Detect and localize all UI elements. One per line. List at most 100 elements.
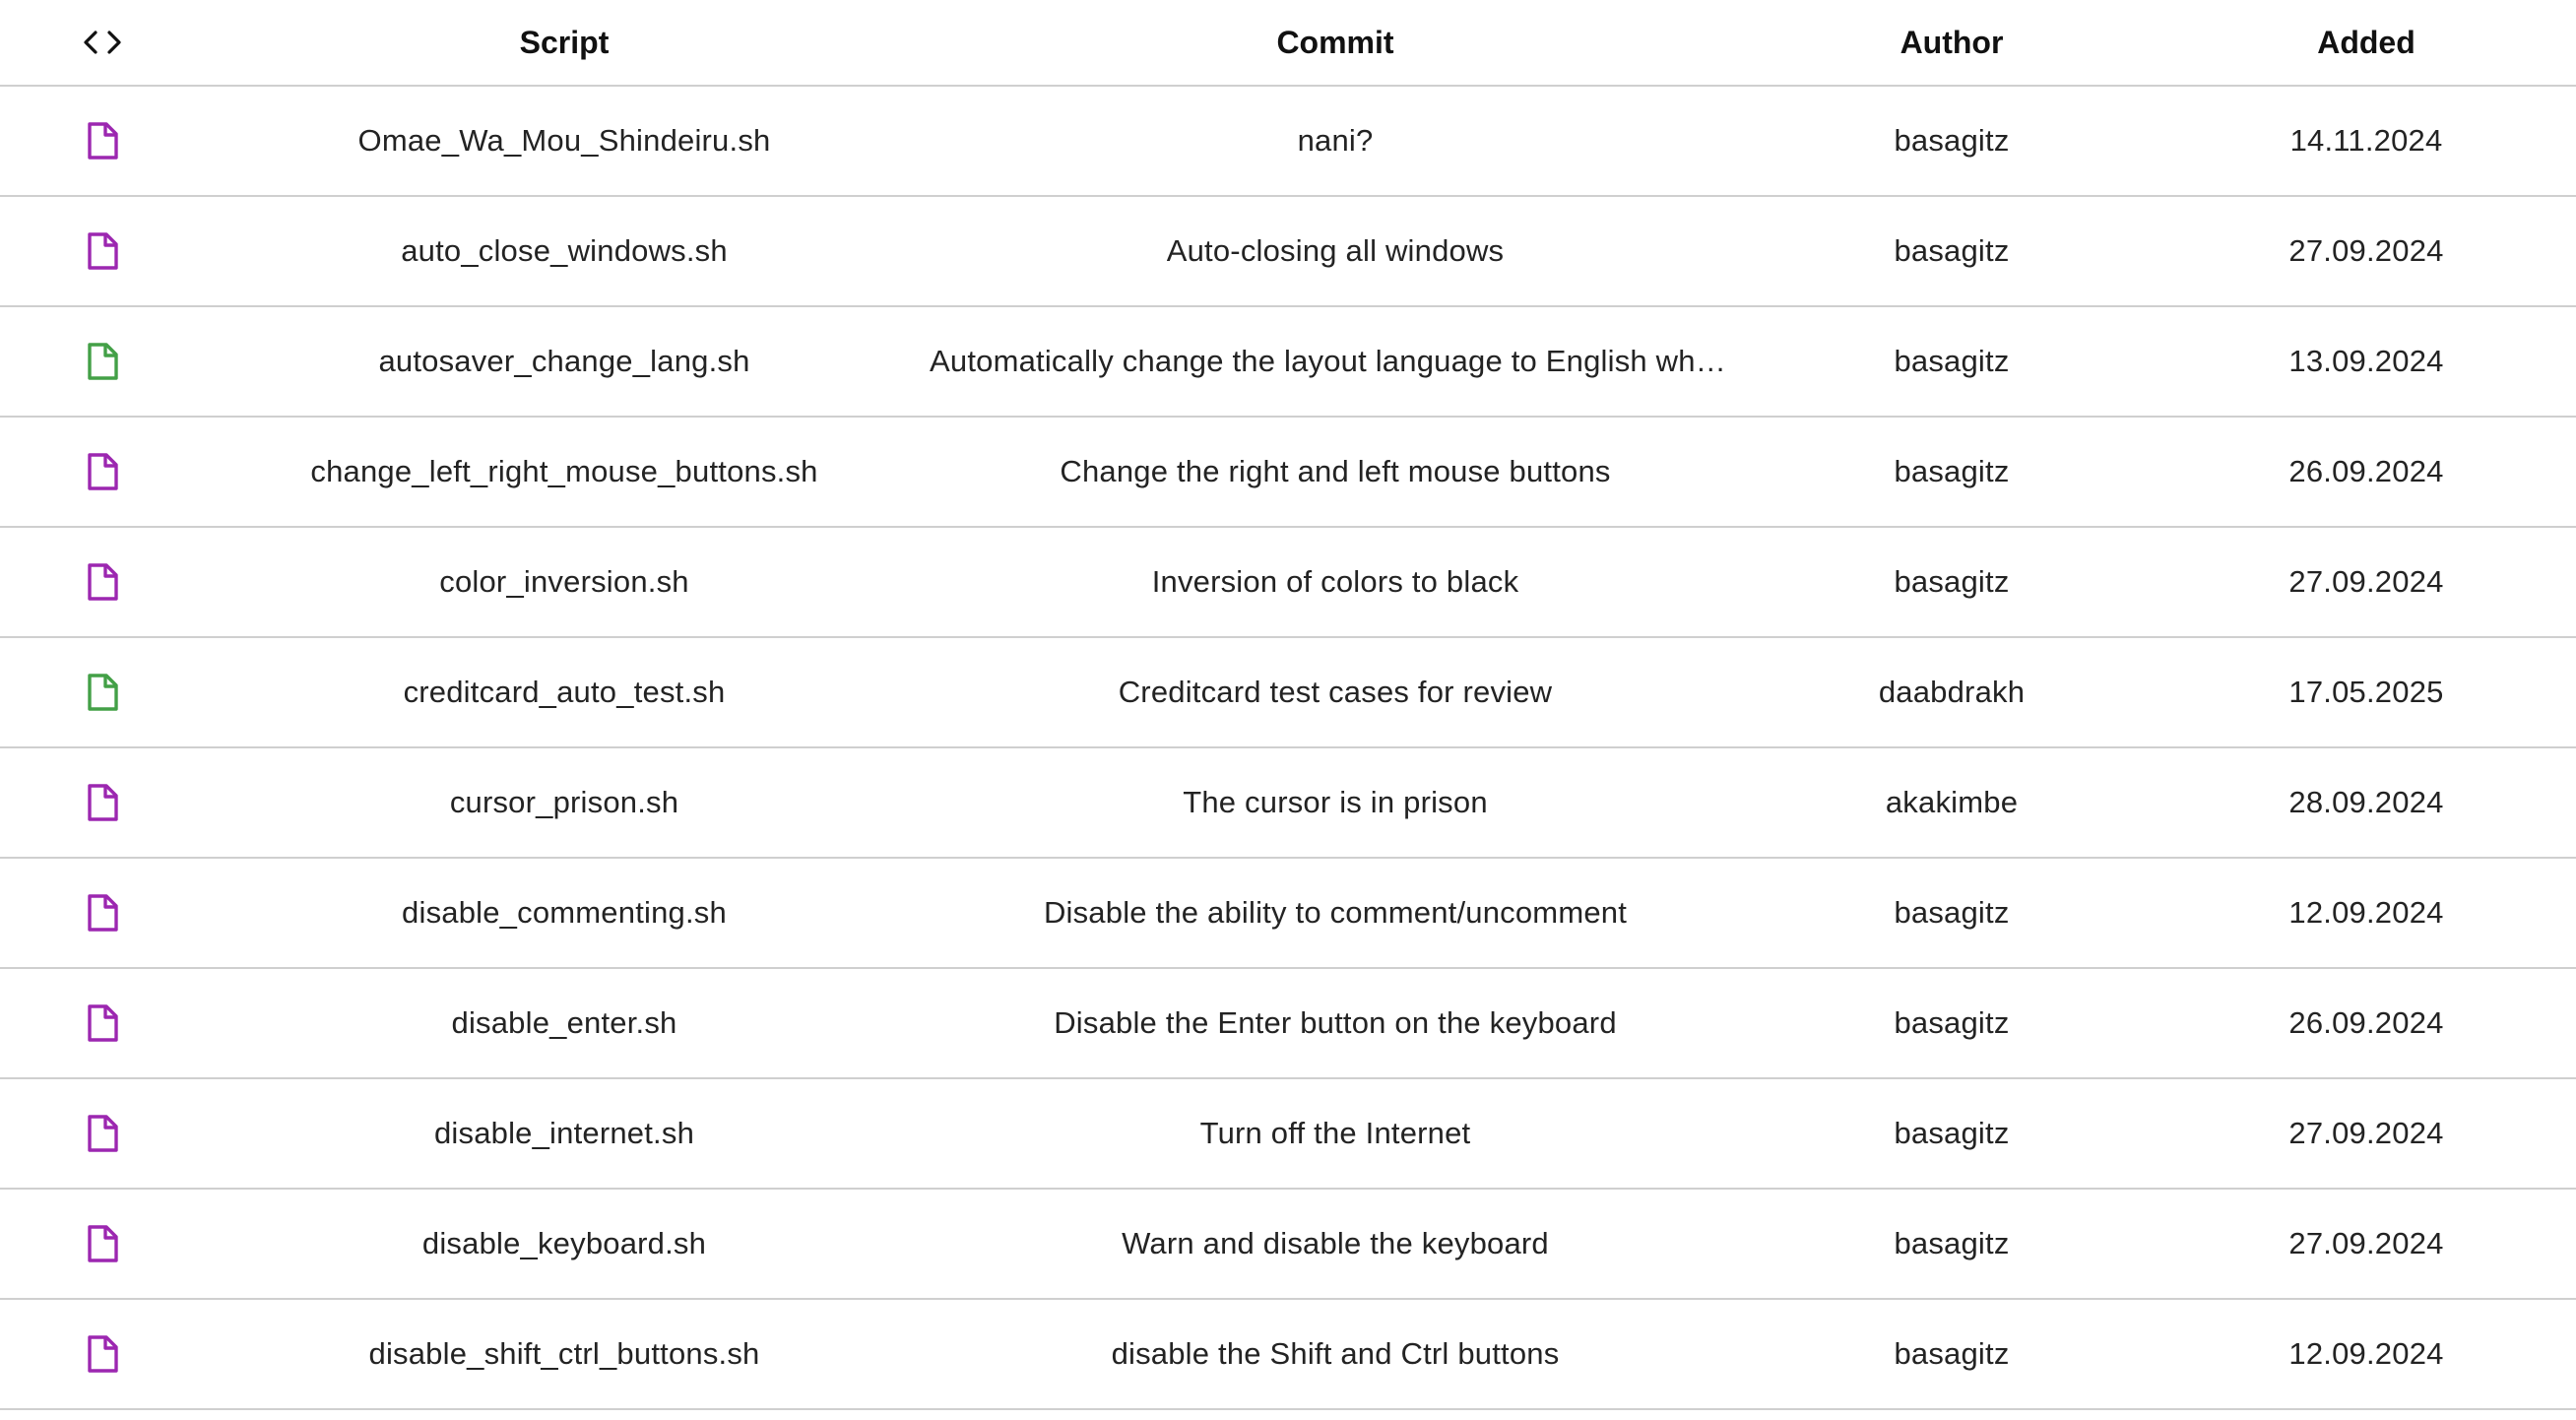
added-date: 12.09.2024 [2288,895,2444,930]
row-icon-cell [0,562,205,602]
commit-text: Creditcard test cases for review [1118,675,1553,709]
script-name[interactable]: autosaver_change_lang.sh [205,344,924,379]
added-date: 26.09.2024 [2288,454,2444,488]
author-name: basagitz [1894,1116,2010,1150]
added-date: 28.09.2024 [2288,785,2444,819]
script-name[interactable]: creditcard_auto_test.sh [205,675,924,710]
table-row[interactable]: change_left_right_mouse_buttons.sh Change… [0,418,2576,528]
header-code-icon-cell[interactable] [0,29,205,56]
table-row[interactable]: disable_internet.sh Turn off the Internet… [0,1079,2576,1190]
author-name: basagitz [1894,454,2010,488]
script-name[interactable]: Omae_Wa_Mou_Shindeiru.sh [205,123,924,159]
row-icon-cell [0,1114,205,1153]
commit-text: Disable the Enter button on the keyboard [1054,1005,1617,1040]
added-date: 12.09.2024 [2288,1336,2444,1371]
table-row[interactable]: disable_enter.sh Disable the Enter button… [0,969,2576,1079]
author-name: daabdrakh [1878,675,2026,709]
commit-text: Turn off the Internet [1199,1116,1471,1150]
file-icon [86,1114,119,1153]
commit-text: Auto-closing all windows [1166,233,1505,268]
file-icon [86,342,119,381]
table-row[interactable]: cursor_prison.sh The cursor is in prison a… [0,748,2576,859]
row-icon-cell [0,673,205,712]
added-date: 27.09.2024 [2288,1116,2444,1150]
row-icon-cell [0,231,205,271]
author-name: basagitz [1894,1336,2010,1371]
row-icon-cell [0,1224,205,1263]
script-name[interactable]: cursor_prison.sh [205,785,924,820]
commit-message: Automatically change the layout language… [924,344,1747,379]
script-name[interactable]: change_left_right_mouse_buttons.sh [205,454,924,489]
added-date: 17.05.2025 [2288,675,2444,709]
table-row[interactable]: disable_shift_ctrl_buttons.sh disable the… [0,1300,2576,1410]
commit-text: Inversion of colors to black [1151,564,1519,599]
commit-text: disable the Shift and Ctrl buttons [1111,1336,1560,1371]
row-icon-cell [0,121,205,161]
author-name: akakimbe [1885,785,2019,819]
table-row[interactable]: Omae_Wa_Mou_Shindeiru.sh nani? basagitz 14.… [0,87,2576,197]
author-name: basagitz [1894,564,2010,599]
table-row[interactable]: disable_keyboard.sh Warn and disable the … [0,1190,2576,1300]
file-icon [86,1003,119,1043]
script-name[interactable]: disable_internet.sh [205,1116,924,1151]
row-icon-cell [0,342,205,381]
row-icon-cell [0,893,205,933]
commit-text: Disable the ability to comment/uncomment [1043,895,1628,930]
added-date: 27.09.2024 [2288,564,2444,599]
script-name[interactable]: color_inversion.sh [205,564,924,600]
commit-message: Auto-closing all windows [924,233,1747,269]
commit-text: Automatically change the layout language… [930,344,1741,378]
column-header-script[interactable]: Script [205,25,924,61]
script-name[interactable]: disable_enter.sh [205,1005,924,1041]
column-header-commit[interactable]: Commit [924,25,1747,61]
commit-message: Disable the ability to comment/uncomment [924,895,1747,931]
column-header-added[interactable]: Added [2157,25,2576,61]
added-date: 14.11.2024 [2289,123,2443,158]
commit-message: Warn and disable the keyboard [924,1226,1747,1261]
table-row[interactable]: autosaver_change_lang.sh Automatically ch… [0,307,2576,418]
file-icon [86,893,119,933]
author-name: basagitz [1894,895,2010,930]
script-name[interactable]: disable_commenting.sh [205,895,924,931]
table-header: Script Commit Author Added [0,0,2576,87]
commit-text: Change the right and left mouse buttons [1060,454,1611,488]
row-icon-cell [0,1003,205,1043]
file-icon [86,121,119,161]
code-brackets-icon[interactable] [82,29,123,56]
author-name: basagitz [1894,1226,2010,1260]
commit-text: Warn and disable the keyboard [1122,1226,1549,1260]
script-name[interactable]: disable_shift_ctrl_buttons.sh [205,1336,924,1372]
row-icon-cell [0,452,205,491]
file-icon [86,452,119,491]
commit-message: Disable the Enter button on the keyboard [924,1005,1747,1041]
column-header-author[interactable]: Author [1747,25,2157,61]
commit-message: disable the Shift and Ctrl buttons [924,1336,1747,1372]
commit-text: The cursor is in prison [1183,785,1488,819]
author-name: basagitz [1894,233,2010,268]
author-name: basagitz [1894,123,2010,158]
script-name[interactable]: disable_keyboard.sh [205,1226,924,1261]
file-icon [86,673,119,712]
table-row[interactable]: color_inversion.sh Inversion of colors to… [0,528,2576,638]
commit-message: Creditcard test cases for review [924,675,1747,710]
scripts-table: Script Commit Author Added Omae_Wa_Mou_S… [0,0,2576,1410]
added-date: 13.09.2024 [2288,344,2444,378]
author-name: basagitz [1894,1005,2010,1040]
commit-text: nani? [1297,123,1374,158]
table-row[interactable]: auto_close_windows.sh Auto-closing all wi… [0,197,2576,307]
row-icon-cell [0,783,205,822]
file-icon [86,783,119,822]
table-row[interactable]: creditcard_auto_test.sh Creditcard test c… [0,638,2576,748]
author-name: basagitz [1894,344,2010,378]
commit-message: nani? [924,123,1747,159]
commit-message: Inversion of colors to black [924,564,1747,600]
file-icon [86,562,119,602]
commit-message: Turn off the Internet [924,1116,1747,1151]
file-icon [86,231,119,271]
commit-message: Change the right and left mouse buttons [924,454,1747,489]
commit-message: The cursor is in prison [924,785,1747,820]
added-date: 27.09.2024 [2288,233,2444,268]
added-date: 26.09.2024 [2288,1005,2444,1040]
script-name[interactable]: auto_close_windows.sh [205,233,924,269]
table-row[interactable]: disable_commenting.sh Disable the ability… [0,859,2576,969]
